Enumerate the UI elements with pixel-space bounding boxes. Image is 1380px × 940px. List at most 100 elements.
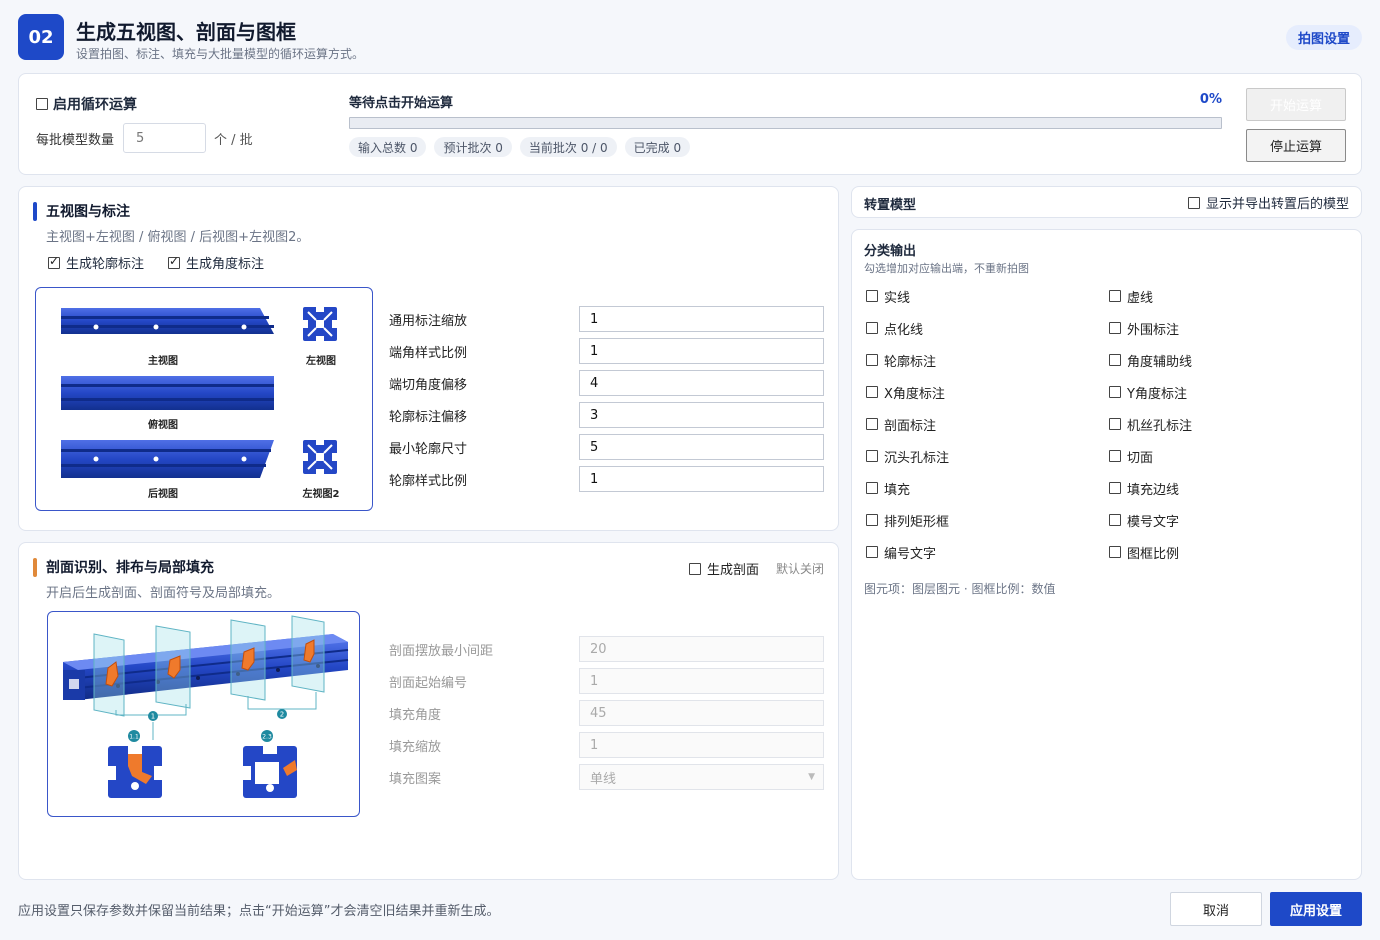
apply-settings-button[interactable]: 应用设置 [1270, 892, 1362, 926]
caption-top-view: 俯视图 [148, 420, 178, 431]
fill-angle-input[interactable]: 45 [579, 700, 824, 726]
param-label: 剖面起始编号 [389, 675, 468, 691]
fill-scale-input[interactable]: 1 [579, 732, 824, 758]
classify-option-label: 角度辅助线 [1127, 354, 1193, 370]
classify-option[interactable]: 虚线 [1109, 287, 1352, 306]
rotate-export-label: 显示并导出转置后的模型 [1206, 197, 1350, 212]
classify-option-checkbox[interactable] [1109, 354, 1121, 366]
stat-estimated-batches: 预计批次 0 [434, 137, 512, 157]
fill-pattern-select[interactable]: 单线 ▼ [579, 764, 824, 790]
classify-option[interactable]: X角度标注 [866, 383, 1109, 402]
generate-section-checkbox[interactable] [689, 562, 701, 575]
classify-option[interactable]: 模号文字 [1109, 511, 1352, 530]
classify-option[interactable]: 机丝孔标注 [1109, 415, 1352, 434]
outline-style-ratio-input[interactable]: 1 [579, 466, 824, 492]
fill-pattern-value: 单线 [590, 771, 617, 787]
classify-option-checkbox[interactable] [866, 546, 878, 558]
loop-toggle[interactable]: 启用循环运算 [36, 94, 137, 114]
classify-option-label: 轮廓标注 [884, 354, 937, 370]
param-label: 轮廓样式比例 [389, 473, 468, 489]
section-min-spacing-input[interactable]: 20 [579, 636, 824, 662]
param-label: 最小轮廓尺寸 [389, 441, 468, 457]
caption-front-view: 主视图 [148, 356, 178, 367]
param-row: 通用标注缩放 1 [389, 306, 824, 332]
classify-option-label: 切面 [1127, 450, 1154, 466]
classify-option[interactable]: 图框比例 [1109, 543, 1352, 562]
section-start-number-input[interactable]: 1 [579, 668, 824, 694]
classify-option-checkbox[interactable] [1109, 482, 1121, 494]
param-label: 填充角度 [389, 707, 442, 723]
classify-option-checkbox[interactable] [866, 514, 878, 526]
param-row: 剖面起始编号 1 [389, 668, 824, 694]
classify-option-label: 编号文字 [884, 546, 937, 562]
start-button[interactable]: 开始运算 [1246, 88, 1346, 121]
section-profile-2 [243, 746, 297, 798]
classify-option[interactable]: Y角度标注 [1109, 383, 1352, 402]
annotation-scale-input[interactable]: 1 [579, 306, 824, 332]
top-view-bar [61, 376, 274, 410]
angle-annotation-toggle[interactable]: 生成角度标注 [168, 253, 264, 272]
classify-option-checkbox[interactable] [1109, 322, 1121, 334]
classify-panel: 分类输出 勾选增加对应输出端，不重新拍图 实线 虚线 点化线 外围标注 轮廓标注 角度辅助… [851, 229, 1362, 880]
generate-section-label: 生成剖面 [707, 563, 760, 578]
caption-back-view: 后视图 [148, 489, 178, 500]
classify-option-label: 外围标注 [1127, 322, 1180, 338]
stop-button[interactable]: 停止运算 [1246, 129, 1346, 162]
generate-section-toggle[interactable]: 生成剖面 [689, 559, 759, 578]
caption-left-view-2: 左视图2 [302, 489, 340, 500]
classify-option[interactable]: 外围标注 [1109, 319, 1352, 338]
left-view2-icon [303, 440, 337, 474]
rotate-panel: 转置模型 显示并导出转置后的模型 [851, 186, 1362, 218]
angle-annotation-checkbox[interactable] [168, 254, 181, 269]
loop-checkbox[interactable] [36, 98, 48, 110]
classify-option-checkbox[interactable] [866, 482, 878, 494]
classify-option-checkbox[interactable] [1109, 418, 1121, 430]
classify-option[interactable]: 切面 [1109, 447, 1352, 466]
classify-option[interactable]: 角度辅助线 [1109, 351, 1352, 370]
classify-option-label: 点化线 [884, 322, 924, 338]
classify-option[interactable]: 排列矩形框 [866, 511, 1109, 530]
rotate-export-checkbox[interactable] [1188, 196, 1200, 209]
param-label: 填充图案 [389, 771, 442, 787]
classify-option-checkbox[interactable] [866, 386, 878, 398]
classify-option-checkbox[interactable] [866, 418, 878, 430]
angle-annotation-label: 生成角度标注 [186, 257, 265, 272]
param-row: 填充角度 45 [389, 700, 824, 726]
classify-option-checkbox[interactable] [1109, 290, 1121, 302]
classify-option-label: 排列矩形框 [884, 514, 950, 530]
classify-option-checkbox[interactable] [866, 290, 878, 302]
rotate-export-toggle[interactable]: 显示并导出转置后的模型 [1188, 193, 1349, 212]
step-badge: 02 [18, 14, 64, 60]
classify-option-checkbox[interactable] [1109, 450, 1121, 462]
classify-option[interactable]: 实线 [866, 287, 1109, 306]
batch-size-input[interactable]: 5 [123, 123, 206, 153]
classify-option[interactable]: 剖面标注 [866, 415, 1109, 434]
classify-option-checkbox[interactable] [866, 354, 878, 366]
classify-option-checkbox[interactable] [1109, 386, 1121, 398]
classify-option[interactable]: 轮廓标注 [866, 351, 1109, 370]
progress-percent: 0% [1199, 92, 1222, 107]
classify-option[interactable]: 编号文字 [866, 543, 1109, 562]
classify-option[interactable]: 填充边线 [1109, 479, 1352, 498]
cancel-button[interactable]: 取消 [1170, 892, 1262, 926]
classify-option[interactable]: 填充 [866, 479, 1109, 498]
batch-label: 每批模型数量 [36, 133, 115, 148]
outline-annotation-offset-input[interactable]: 3 [579, 402, 824, 428]
classify-option-checkbox[interactable] [866, 322, 878, 334]
param-label: 端角样式比例 [389, 345, 468, 361]
classify-option-label: 沉头孔标注 [884, 450, 950, 466]
end-cut-angle-offset-input[interactable]: 4 [579, 370, 824, 396]
corner-style-ratio-input[interactable]: 1 [579, 338, 824, 364]
classify-option-label: 填充边线 [1127, 482, 1180, 498]
param-label: 轮廓标注偏移 [389, 409, 468, 425]
outline-annotation-toggle[interactable]: 生成轮廓标注 [48, 253, 144, 272]
classify-option[interactable]: 点化线 [866, 319, 1109, 338]
classify-option-checkbox[interactable] [1109, 546, 1121, 558]
classify-option-checkbox[interactable] [866, 450, 878, 462]
left-view-icon [303, 307, 337, 341]
classify-option-checkbox[interactable] [1109, 514, 1121, 526]
min-outline-size-input[interactable]: 5 [579, 434, 824, 460]
classify-option[interactable]: 沉头孔标注 [866, 447, 1109, 466]
outline-annotation-checkbox[interactable] [48, 254, 60, 269]
section-marker-2: 2 [280, 711, 284, 719]
